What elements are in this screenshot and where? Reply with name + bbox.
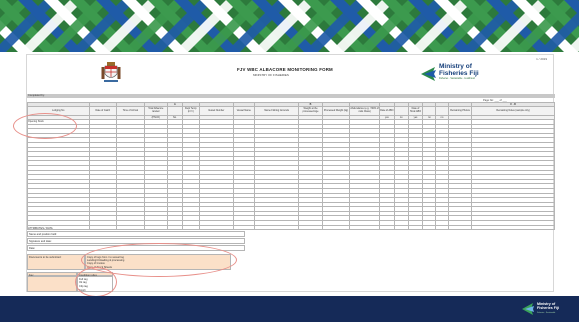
table-header-row: Lodging No Date of Catch Time of Arrival To… xyxy=(27,106,555,116)
table-cell[interactable] xyxy=(232,224,255,231)
table-header-row-cell: Weight at the processed Age xyxy=(298,106,323,116)
footer-bar xyxy=(0,296,579,322)
fiji-coat-of-arms-icon xyxy=(101,62,121,82)
table-cell[interactable] xyxy=(321,224,351,231)
key-swatch-column xyxy=(27,276,77,292)
monitoring-table: ABC - D Lodging No Date of Catch Time of Ar… xyxy=(27,102,555,231)
footer-tagline: Fisheries · Sustainable xyxy=(537,312,556,314)
table-header-row-cell xyxy=(393,106,409,116)
footer-ministry-name: Ministry of Fisheries Fiji xyxy=(537,302,559,310)
name-position-field[interactable]: Name and position held: xyxy=(27,231,245,237)
table-cell[interactable] xyxy=(116,224,145,231)
table-header-row-cell: Dept Temp (m°c) xyxy=(181,106,200,116)
table-cell[interactable] xyxy=(471,224,555,231)
completed-by-label: Completed by: xyxy=(28,94,45,97)
table-header-row-cell: Remaining Photos xyxy=(447,106,473,116)
table-header-row-cell: Remaining Notes (sample only) xyxy=(471,106,555,116)
table-cell[interactable] xyxy=(143,224,168,231)
form-title: FJV WBC ALBACORE MONITORING FORM xyxy=(237,67,333,72)
table-cell[interactable] xyxy=(181,224,200,231)
annotation-ellipse-opening-stock xyxy=(13,113,77,139)
header-banner xyxy=(0,0,579,52)
ministry-name: Ministry of Fisheries Fiji xyxy=(439,63,479,77)
monitoring-form-sheet: 1 / 2019 FJV WBC ALBACORE MONITORING FOR… xyxy=(13,54,555,297)
table-cell[interactable] xyxy=(253,224,300,231)
table-cell[interactable] xyxy=(422,224,437,231)
table-cell[interactable] xyxy=(447,224,473,231)
attributes-title: ATTRIBUTES / DATA xyxy=(28,227,53,230)
table-cell[interactable] xyxy=(349,224,380,231)
table-header-row-cell: Processed Weight (kg) xyxy=(321,106,351,116)
table-header-row-cell: Vessel Number xyxy=(198,106,234,116)
woven-pattern-graphic xyxy=(0,0,579,52)
table-header-row-cell: Vessel Name xyxy=(232,106,255,116)
form-subtitle: MINISTRY OF FISHERIES xyxy=(253,73,289,77)
table-header-row-cell: Name Fishing Grounds xyxy=(253,106,300,116)
table-header-row-cell xyxy=(422,106,437,116)
table-header-row-cell: Date of Catch xyxy=(88,106,118,116)
ministry-tagline: Fisheries · Sustainable · Livelihood xyxy=(439,78,475,80)
table-header-row-cell xyxy=(166,106,183,116)
table-header-row-cell: Abdundance (e.g. >50% of ratio Class) xyxy=(349,106,380,116)
table-cell[interactable] xyxy=(298,224,323,231)
form-number: 1 / 2019 xyxy=(536,57,547,61)
table-cell[interactable] xyxy=(88,224,118,231)
table-cell[interactable] xyxy=(407,224,424,231)
table-header-row-cell xyxy=(435,106,449,116)
table-header-row-cell: Date of Hook ABO xyxy=(407,106,424,116)
table-cell[interactable] xyxy=(378,224,395,231)
table-header-row-cell: Time of Arrival xyxy=(116,106,145,116)
table-cell[interactable] xyxy=(166,224,183,231)
table-cell[interactable] xyxy=(198,224,234,231)
completed-by-bar xyxy=(27,94,555,98)
table-header-row-cell: Date of ABO xyxy=(378,106,395,116)
annotation-ellipse-key xyxy=(75,267,117,297)
table-header-row-cell: Total Albacore landed xyxy=(143,106,168,116)
table-cell[interactable] xyxy=(393,224,409,231)
table-cell[interactable] xyxy=(435,224,449,231)
table-row xyxy=(27,224,555,231)
documents-label-cell: Documents to be submitted: xyxy=(27,254,85,270)
